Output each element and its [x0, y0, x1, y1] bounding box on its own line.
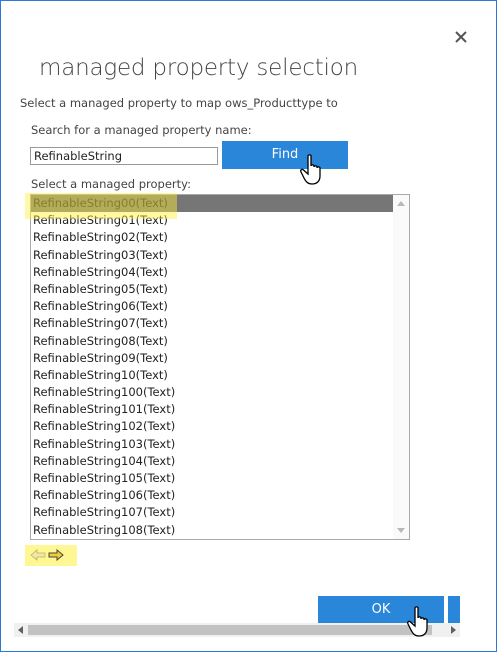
- list-item[interactable]: RefinableString107(Text): [31, 504, 394, 521]
- arrow-left-icon[interactable]: [30, 549, 46, 561]
- list-item[interactable]: RefinableString102(Text): [31, 418, 394, 435]
- list-item[interactable]: RefinableString08(Text): [31, 333, 394, 350]
- list-item[interactable]: RefinableString04(Text): [31, 264, 394, 281]
- search-label: Search for a managed property name:: [31, 123, 252, 137]
- list-item[interactable]: RefinableString106(Text): [31, 487, 394, 504]
- search-input[interactable]: [30, 147, 218, 165]
- list-item[interactable]: RefinableString09(Text): [31, 350, 394, 367]
- scroll-up-icon[interactable]: [397, 201, 405, 206]
- list-item[interactable]: RefinableString07(Text): [31, 315, 394, 332]
- dialog-instruction: Select a managed property to map ows_Pro…: [20, 96, 338, 110]
- list-item[interactable]: RefinableString104(Text): [31, 453, 394, 470]
- managed-property-dialog: managed property selection Select a mana…: [0, 0, 497, 652]
- list-item[interactable]: RefinableString00(Text): [31, 195, 394, 213]
- horizontal-scrollbar[interactable]: [14, 623, 460, 637]
- find-button[interactable]: Find: [222, 141, 348, 169]
- list-item[interactable]: RefinableString100(Text): [31, 384, 394, 401]
- managed-property-listbox[interactable]: RefinableString00(Text) RefinableString01…: [30, 194, 410, 540]
- ok-button[interactable]: OK: [318, 596, 444, 624]
- vertical-scrollbar[interactable]: [393, 195, 409, 539]
- close-icon[interactable]: [453, 29, 469, 45]
- list-item[interactable]: RefinableString101(Text): [31, 401, 394, 418]
- scroll-thumb[interactable]: [28, 625, 432, 635]
- list-item[interactable]: RefinableString10(Text): [31, 367, 394, 384]
- cancel-button[interactable]: [448, 596, 460, 624]
- list-item[interactable]: RefinableString02(Text): [31, 229, 394, 246]
- list-item[interactable]: RefinableString103(Text): [31, 436, 394, 453]
- scroll-left-icon[interactable]: [18, 626, 23, 634]
- list-item[interactable]: RefinableString01(Text): [31, 212, 394, 229]
- scroll-down-icon[interactable]: [397, 528, 405, 533]
- list-items: RefinableString00(Text) RefinableString01…: [31, 195, 394, 539]
- list-item[interactable]: RefinableString105(Text): [31, 470, 394, 487]
- arrow-right-icon[interactable]: [48, 549, 64, 561]
- scroll-right-icon[interactable]: [451, 626, 456, 634]
- list-item[interactable]: RefinableString05(Text): [31, 281, 394, 298]
- select-label: Select a managed property:: [31, 177, 192, 191]
- list-item[interactable]: RefinableString108(Text): [31, 522, 394, 539]
- dialog-title: managed property selection: [39, 55, 358, 81]
- list-item[interactable]: RefinableString03(Text): [31, 247, 394, 264]
- list-item[interactable]: RefinableString06(Text): [31, 298, 394, 315]
